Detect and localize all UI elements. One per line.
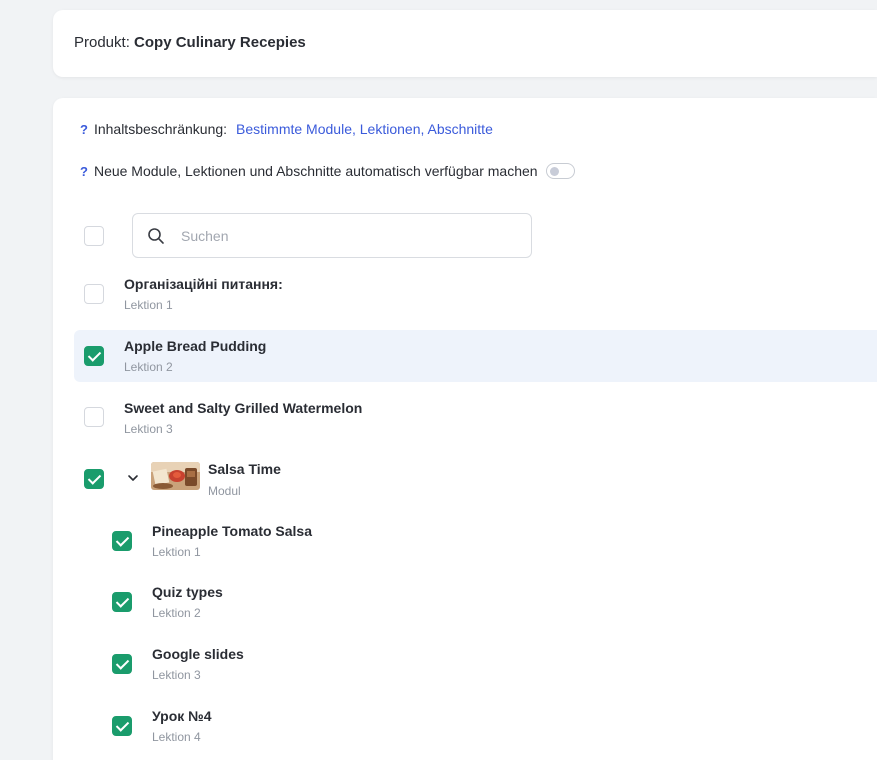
help-icon[interactable]: ? (80, 122, 88, 137)
item-checkbox[interactable] (84, 346, 104, 366)
product-label: Produkt: (74, 34, 130, 51)
module-thumbnail (151, 462, 200, 490)
module-subtitle: Modul (208, 484, 241, 498)
lesson-title[interactable]: Quiz types (152, 584, 223, 600)
content-restriction-link[interactable]: Bestimmte Module, Lektionen, Abschnitte (236, 121, 493, 137)
lesson-title[interactable]: Google slides (152, 646, 244, 662)
item-title[interactable]: Організаційні питання: (124, 276, 283, 292)
toggle-knob (549, 167, 559, 176)
lesson-subtitle: Lektion 4 (152, 730, 201, 744)
lesson-subtitle: Lektion 3 (152, 668, 201, 682)
lesson-checkbox[interactable] (112, 592, 132, 612)
module-title[interactable]: Salsa Time (208, 461, 281, 477)
search-icon (148, 228, 164, 244)
product-header-card: Produkt: Copy Culinary Recepies (53, 10, 877, 77)
product-name: Copy Culinary Recepies (134, 34, 306, 51)
item-checkbox[interactable] (84, 407, 104, 427)
help-icon[interactable]: ? (80, 164, 88, 179)
chevron-down-icon[interactable] (126, 471, 140, 485)
select-all-checkbox[interactable] (84, 226, 104, 246)
lesson-subtitle: Lektion 2 (152, 606, 201, 620)
module-checkbox[interactable] (84, 469, 104, 489)
search-input[interactable] (181, 226, 511, 246)
search-box[interactable] (132, 213, 532, 258)
auto-available-row: ? Neue Module, Lektionen und Abschnitte … (80, 163, 575, 179)
content-restriction-row: ? Inhaltsbeschränkung: Bestimmte Module,… (80, 121, 493, 137)
item-subtitle: Lektion 2 (124, 360, 173, 374)
access-settings-card: ? Inhaltsbeschränkung: Bestimmte Module,… (53, 98, 877, 760)
lesson-checkbox[interactable] (112, 716, 132, 736)
auto-available-label: Neue Module, Lektionen und Abschnitte au… (93, 163, 538, 179)
lesson-title[interactable]: Урок №4 (152, 708, 212, 724)
lesson-checkbox[interactable] (112, 654, 132, 674)
item-checkbox[interactable] (84, 284, 104, 304)
lesson-title[interactable]: Pineapple Tomato Salsa (152, 523, 312, 539)
item-title[interactable]: Apple Bread Pudding (124, 338, 266, 354)
lesson-checkbox[interactable] (112, 531, 132, 551)
content-restriction-label: Inhaltsbeschränkung: (93, 121, 228, 137)
product-title: Produkt: Copy Culinary Recepies (74, 34, 306, 51)
auto-available-toggle[interactable] (545, 163, 575, 179)
lesson-subtitle: Lektion 1 (152, 545, 201, 559)
item-subtitle: Lektion 3 (124, 422, 173, 436)
item-subtitle: Lektion 1 (124, 298, 173, 312)
item-title[interactable]: Sweet and Salty Grilled Watermelon (124, 400, 362, 416)
